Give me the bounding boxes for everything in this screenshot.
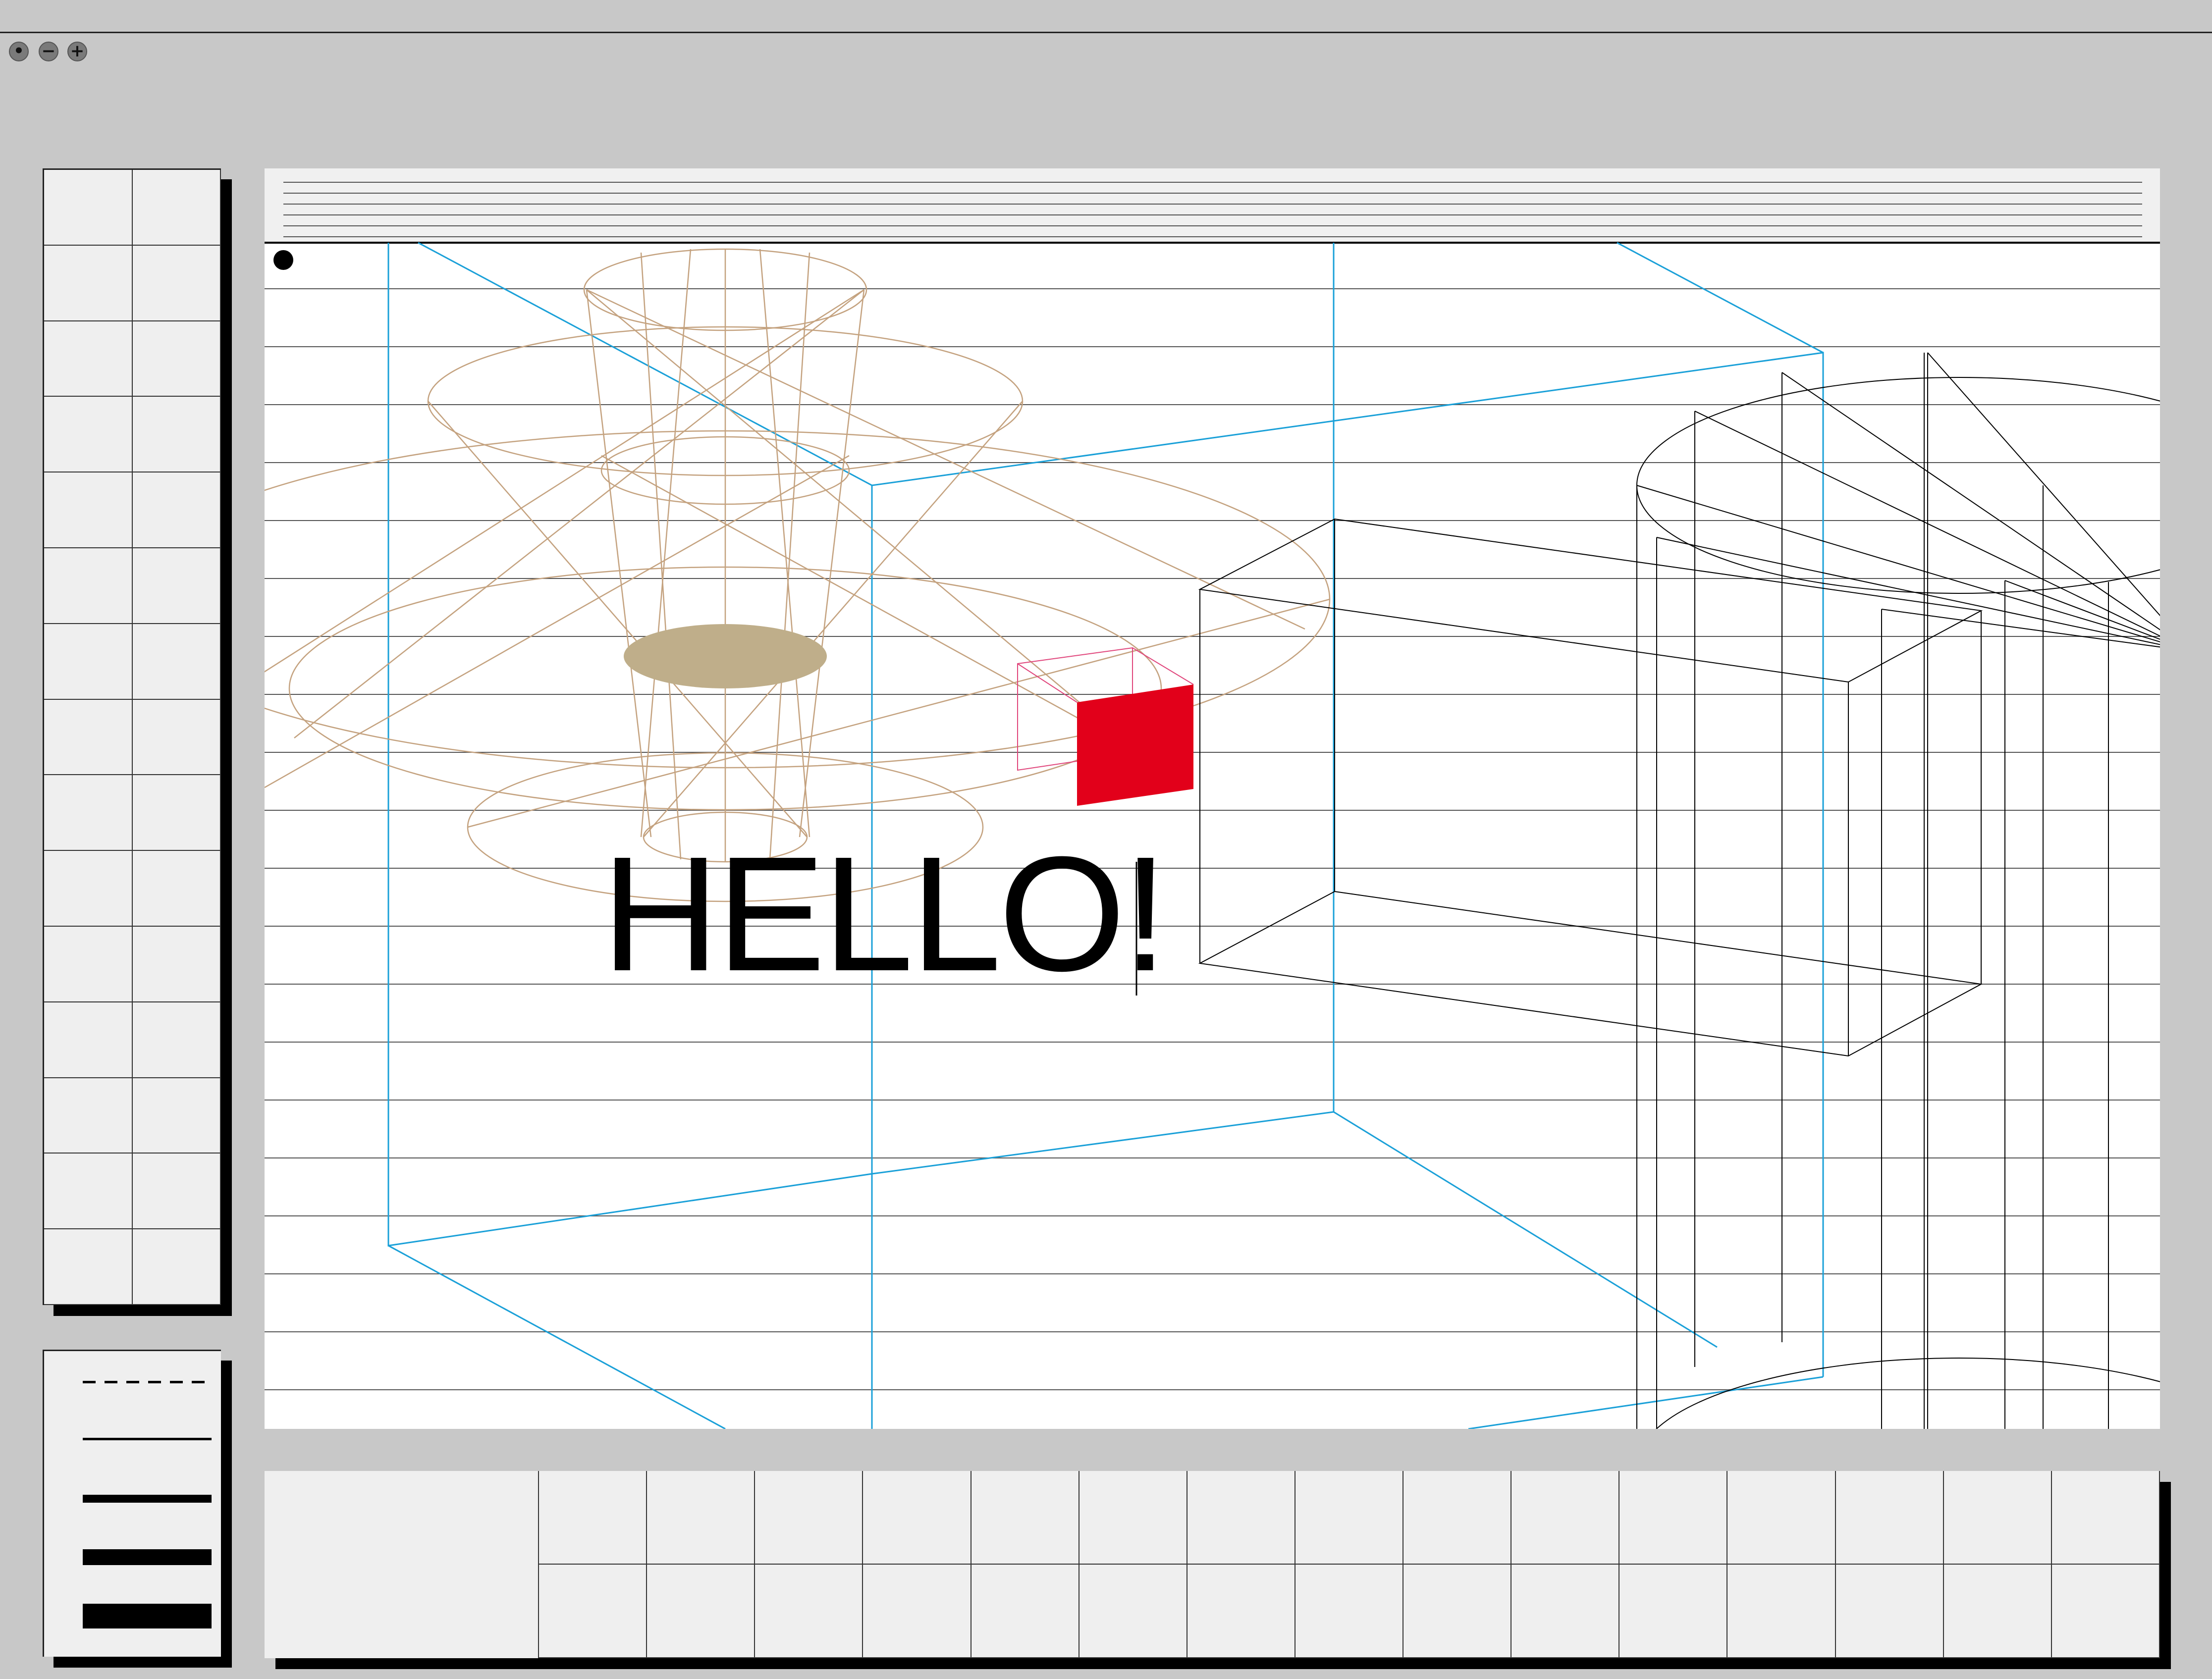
palette-cell[interactable] — [132, 1078, 221, 1154]
timeline-cell[interactable] — [1619, 1471, 1728, 1565]
minimize-button[interactable]: − — [39, 42, 58, 61]
palette-cell[interactable] — [132, 548, 221, 624]
stroke-thick-option[interactable] — [83, 1549, 212, 1565]
stroke-medium-option[interactable] — [83, 1495, 212, 1503]
palette-cell[interactable] — [44, 245, 133, 321]
palette-cell[interactable] — [132, 1229, 221, 1305]
palette-cell[interactable] — [132, 245, 221, 321]
timeline-cell[interactable] — [755, 1471, 863, 1565]
palette-cell[interactable] — [44, 1154, 133, 1230]
timeline-cell[interactable] — [1511, 1565, 1620, 1658]
timeline-cell[interactable] — [1619, 1565, 1728, 1658]
red-cube — [1017, 647, 1194, 806]
timeline-cell[interactable] — [539, 1565, 647, 1658]
palette-cell[interactable] — [44, 1229, 133, 1305]
maximize-button[interactable]: + — [67, 42, 87, 61]
timeline-cell[interactable] — [1187, 1471, 1295, 1565]
canvas-text[interactable]: HELLO! — [601, 832, 1168, 996]
timeline-cell[interactable] — [647, 1471, 755, 1565]
stroke-heavy-option[interactable] — [83, 1604, 212, 1628]
palette-cell[interactable] — [132, 472, 221, 548]
stroke-thin-option[interactable] — [83, 1438, 212, 1440]
timeline-cell[interactable] — [647, 1565, 755, 1658]
timeline-cell[interactable] — [1943, 1565, 2052, 1658]
palette-cell[interactable] — [132, 624, 221, 700]
palette-cell[interactable] — [132, 321, 221, 397]
timeline-cell[interactable] — [1187, 1565, 1295, 1658]
palette-cell[interactable] — [44, 472, 133, 548]
palette-cell[interactable] — [44, 775, 133, 851]
timeline-cell[interactable] — [755, 1565, 863, 1658]
black-cylinder-wireframe — [1636, 352, 2160, 1429]
timeline-cell[interactable] — [1511, 1471, 1620, 1565]
palette-cell[interactable] — [132, 170, 221, 246]
palette-cell[interactable] — [44, 624, 133, 700]
black-box-wireframe — [1198, 518, 1983, 1057]
palette-cell[interactable] — [44, 927, 133, 1002]
record-indicator-icon — [273, 250, 293, 270]
palette-cell[interactable] — [44, 699, 133, 776]
title-bar — [0, 0, 2212, 33]
palette-cell[interactable] — [132, 775, 221, 851]
timeline-cell[interactable] — [1295, 1565, 1404, 1658]
palette-cell[interactable] — [44, 851, 133, 927]
timeline-cell[interactable] — [863, 1471, 971, 1565]
tool-palette — [43, 168, 221, 1305]
timeline-cell[interactable] — [1943, 1471, 2052, 1565]
timeline-cell[interactable] — [2051, 1565, 2160, 1658]
timeline-panel — [265, 1471, 2160, 1658]
palette-cell[interactable] — [44, 1002, 133, 1078]
palette-cell[interactable] — [44, 170, 133, 246]
palette-cell[interactable] — [132, 927, 221, 1002]
timeline-cell[interactable] — [1403, 1565, 1512, 1658]
palette-cell[interactable] — [44, 1078, 133, 1154]
timeline-cell[interactable] — [1727, 1471, 1836, 1565]
timeline-cell[interactable] — [1727, 1565, 1836, 1658]
palette-cell[interactable] — [132, 1154, 221, 1230]
timeline-cell[interactable] — [539, 1471, 647, 1565]
timeline-cell[interactable] — [1295, 1471, 1404, 1565]
timeline-cell[interactable] — [1403, 1471, 1512, 1565]
timeline-cell[interactable] — [2051, 1471, 2160, 1565]
canvas-artwork — [265, 168, 2160, 1429]
timeline-cell[interactable] — [1835, 1471, 1944, 1565]
close-button[interactable]: • — [9, 42, 29, 61]
timeline-grid — [539, 1471, 2160, 1658]
canvas-header-band — [265, 168, 2160, 243]
palette-cell[interactable] — [132, 851, 221, 927]
timeline-label-area — [265, 1471, 539, 1658]
timeline-cell[interactable] — [863, 1565, 971, 1658]
lamp-shade-fill — [624, 624, 827, 688]
timeline-cell[interactable] — [1835, 1565, 1944, 1658]
palette-cell[interactable] — [44, 397, 133, 473]
palette-cell[interactable] — [44, 321, 133, 397]
palette-cell[interactable] — [44, 548, 133, 624]
timeline-cell[interactable] — [971, 1565, 1079, 1658]
stroke-dashed-option[interactable] — [83, 1381, 212, 1383]
timeline-cell[interactable] — [971, 1471, 1079, 1565]
timeline-cell[interactable] — [1079, 1565, 1187, 1658]
drawing-canvas[interactable]: HELLO! — [265, 168, 2160, 1429]
timeline-cell[interactable] — [1079, 1471, 1187, 1565]
palette-cell[interactable] — [132, 397, 221, 473]
palette-cell[interactable] — [132, 1002, 221, 1078]
stroke-width-panel — [43, 1350, 221, 1657]
palette-cell[interactable] — [132, 699, 221, 776]
